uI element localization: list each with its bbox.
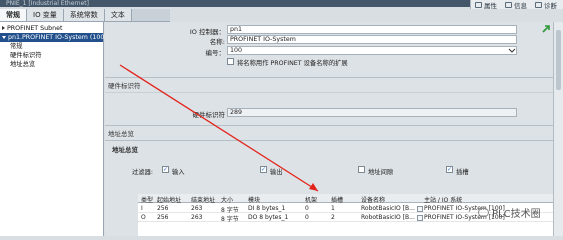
annotation-arrow [119,64,319,192]
wechat-icon [478,208,489,217]
watermark-text: PLC技术圈 [492,209,541,220]
watermark: PLC技术圈 [478,205,541,220]
